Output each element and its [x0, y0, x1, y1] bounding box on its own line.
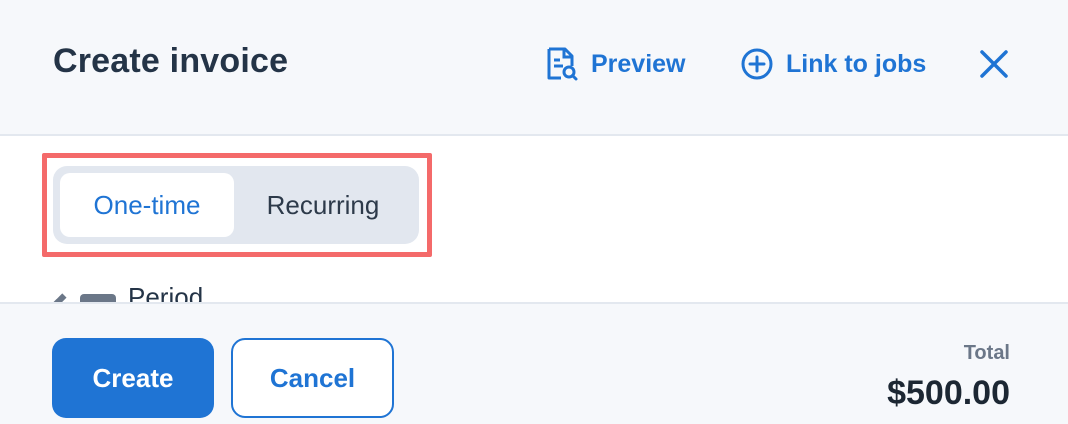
- close-icon: [976, 50, 1012, 86]
- dialog-header: Create invoice Preview Link to jobs: [0, 0, 1068, 136]
- one-time-tab[interactable]: One-time: [60, 173, 234, 237]
- period-row: Period: [50, 282, 203, 302]
- preview-label: Preview: [591, 49, 686, 78]
- total-amount: $500.00: [887, 374, 1010, 412]
- link-to-jobs-label: Link to jobs: [786, 49, 927, 78]
- close-button[interactable]: [976, 46, 1012, 82]
- link-to-jobs-button[interactable]: Link to jobs: [740, 44, 926, 84]
- dialog-body: One-time Recurring Period: [0, 138, 1068, 302]
- dialog-title: Create invoice: [53, 42, 289, 80]
- period-label: Period: [128, 282, 204, 302]
- preview-button[interactable]: Preview: [545, 44, 686, 84]
- dialog-footer: Create Cancel Total $500.00: [0, 302, 1068, 424]
- create-button[interactable]: Create: [52, 338, 214, 418]
- cancel-button[interactable]: Cancel: [231, 338, 394, 418]
- plus-circle-icon: [740, 47, 774, 81]
- document-search-icon: [545, 46, 579, 82]
- invoice-type-toggle: One-time Recurring: [53, 166, 419, 244]
- recurring-tab[interactable]: Recurring: [234, 173, 412, 237]
- calendar-icon: [50, 288, 118, 302]
- total-label: Total: [963, 342, 1010, 364]
